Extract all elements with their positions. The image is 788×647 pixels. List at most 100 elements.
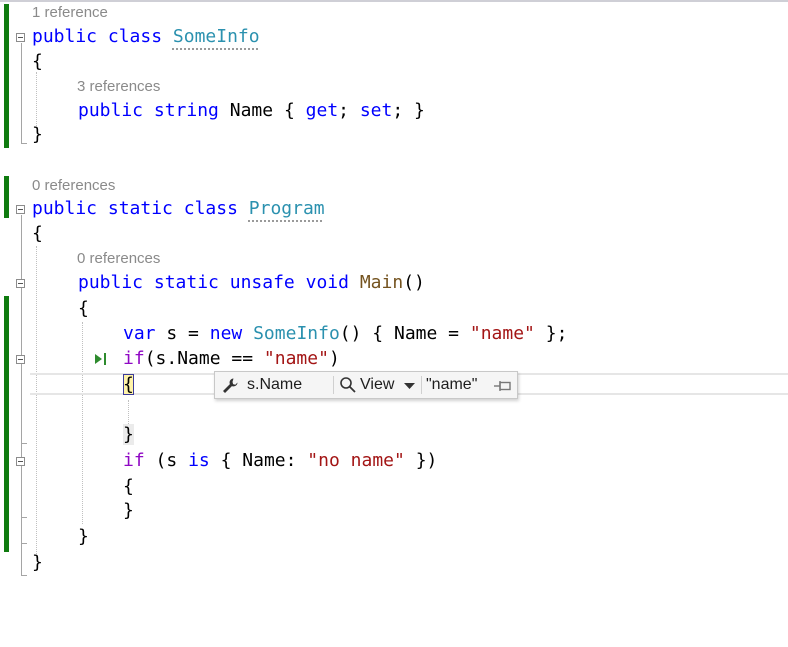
keyword: set <box>359 100 393 121</box>
code-text: { Name: <box>220 450 297 471</box>
outline-line-end <box>21 517 27 518</box>
open-brace: { <box>123 476 134 497</box>
code-line-current[interactable]: { <box>123 372 134 398</box>
method-name: Main <box>359 272 404 293</box>
keyword: public <box>32 26 98 47</box>
change-indicator-bar <box>4 176 9 218</box>
code-text: (s <box>155 450 178 471</box>
keyword: static <box>153 272 219 293</box>
code-line[interactable]: public static unsafe void Main() <box>78 270 425 296</box>
close-brace: } <box>32 124 43 145</box>
chevron-down-icon[interactable] <box>404 383 415 389</box>
outline-line <box>21 365 22 443</box>
outline-line-end <box>21 543 27 544</box>
keyword-if: if <box>123 450 145 471</box>
keyword: public <box>78 272 144 293</box>
code-line[interactable]: public class SomeInfo <box>32 24 260 50</box>
code-line[interactable]: { <box>78 296 89 322</box>
matched-brace-open: { <box>123 374 134 395</box>
code-line[interactable]: } <box>32 122 43 148</box>
outline-line <box>21 467 22 517</box>
code-text: () { Name = <box>339 323 460 344</box>
parentheses: () <box>403 272 425 293</box>
property-name: Name <box>229 100 274 121</box>
open-brace: { <box>283 100 295 121</box>
datatip-value: "name" <box>426 376 478 393</box>
code-text: }) <box>415 450 438 471</box>
close-brace: } <box>123 500 134 521</box>
codelens-references[interactable]: 1 reference <box>32 3 108 23</box>
operator: = <box>188 323 199 344</box>
identifier: s <box>166 323 178 344</box>
debugger-datatip[interactable]: s.Name View "name" <box>214 371 518 399</box>
code-line[interactable]: if (s is { Name: "no name" }) <box>123 448 437 474</box>
matched-brace-close: } <box>123 424 134 445</box>
magnifier-icon[interactable] <box>339 376 357 394</box>
change-indicator-bar <box>4 296 9 552</box>
collapse-toggle[interactable] <box>16 355 25 364</box>
outline-line-end <box>21 575 27 576</box>
keyword: public <box>32 198 98 219</box>
pin-icon[interactable] <box>494 378 512 394</box>
indent-guide <box>36 246 37 558</box>
class-name: Program <box>248 198 325 219</box>
class-name: SomeInfo <box>172 26 260 47</box>
string-literal: "name" <box>469 323 535 344</box>
outline-line <box>21 43 22 143</box>
codelens-references[interactable]: 0 references <box>77 249 160 269</box>
codelens-references[interactable]: 3 references <box>77 77 160 97</box>
collapse-toggle[interactable] <box>16 33 25 42</box>
keyword: class <box>183 198 238 219</box>
outline-line-end <box>21 443 27 444</box>
code-line[interactable]: { <box>123 474 134 500</box>
datatip-expression: s.Name <box>247 376 303 393</box>
indent-guide <box>128 400 129 424</box>
keyword: is <box>188 450 210 471</box>
code-line[interactable]: var s = new SomeInfo() { Name = "name" }… <box>123 321 567 347</box>
keyword: unsafe <box>229 272 295 293</box>
keyword: class <box>107 26 163 47</box>
close-brace: } <box>78 526 89 547</box>
keyword: new <box>209 323 243 344</box>
code-line[interactable]: } <box>78 524 89 550</box>
indent-guide <box>36 72 37 126</box>
keyword: string <box>153 100 219 121</box>
keyword: public <box>78 100 144 121</box>
collapse-toggle[interactable] <box>16 205 25 214</box>
semicolon: ; <box>338 100 349 121</box>
code-line[interactable]: } <box>123 422 134 448</box>
keyword: void <box>305 272 349 293</box>
outline-line-end <box>21 143 27 144</box>
change-indicator-bar <box>4 4 9 148</box>
code-line[interactable]: } <box>32 550 43 576</box>
collapse-toggle[interactable] <box>16 457 25 466</box>
code-line[interactable]: { <box>32 221 43 247</box>
editor-top-border <box>0 0 788 2</box>
close-brace: } <box>32 552 43 573</box>
class-name: SomeInfo <box>253 323 340 344</box>
keyword: var <box>123 323 156 344</box>
code-line[interactable]: public string Name { get; set; } <box>78 98 425 124</box>
run-to-click-icon[interactable] <box>94 351 108 367</box>
datatip-separator <box>421 376 422 394</box>
keyword: static <box>107 198 173 219</box>
code-line[interactable]: { <box>32 49 43 75</box>
code-text: }; <box>545 323 568 344</box>
code-line[interactable]: public static class Program <box>32 196 325 222</box>
code-line[interactable]: if(s.Name == "name") <box>123 346 340 372</box>
open-brace: { <box>32 51 43 72</box>
keyword-if: if <box>123 348 145 369</box>
datatip-view-button[interactable]: View <box>360 372 394 398</box>
open-brace: { <box>78 298 89 319</box>
keyword: get <box>305 100 339 121</box>
wrench-icon <box>223 378 238 393</box>
string-literal: "no name" <box>307 450 405 471</box>
open-brace: { <box>32 223 43 244</box>
indent-guide <box>82 322 83 524</box>
codelens-references[interactable]: 0 references <box>32 176 115 196</box>
code-text: (s.Name == <box>144 348 254 369</box>
close-brace: } <box>414 100 425 121</box>
code-line[interactable]: } <box>123 498 134 524</box>
collapse-toggle[interactable] <box>16 279 25 288</box>
string-literal: "name" <box>263 348 329 369</box>
